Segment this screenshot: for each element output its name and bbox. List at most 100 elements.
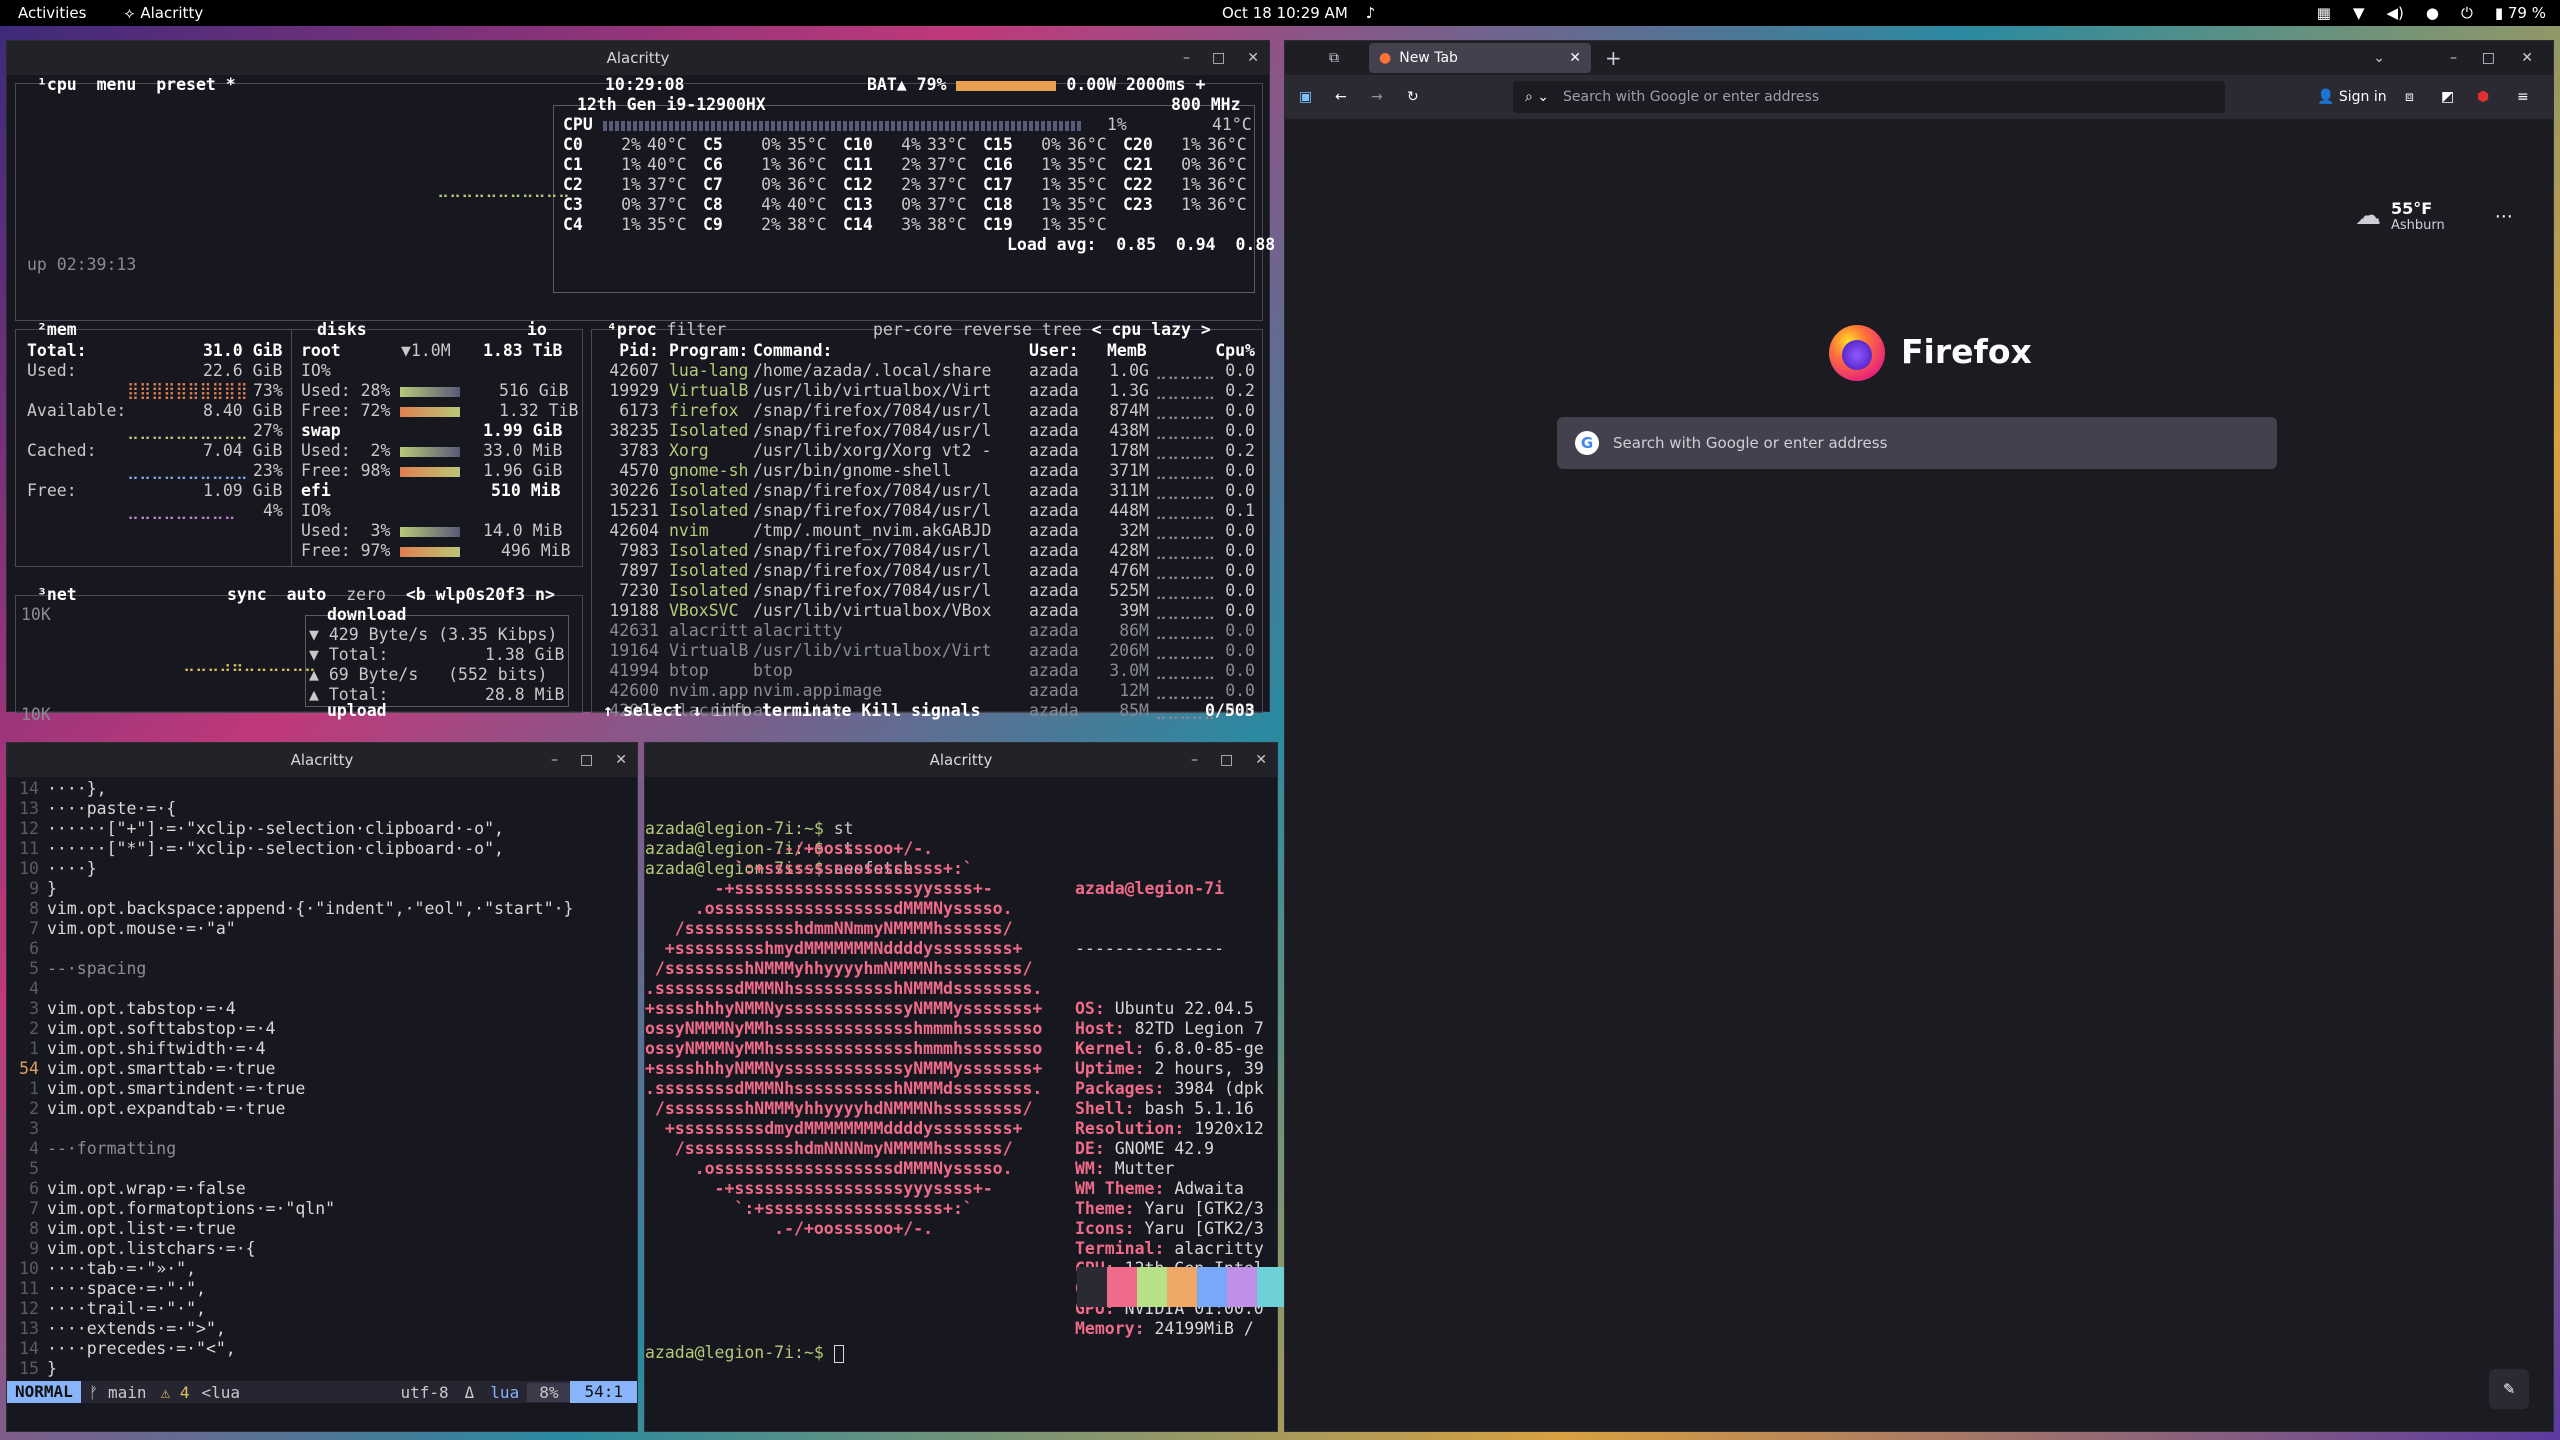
disk-swap-free-value: 1.96 GiB — [483, 461, 563, 480]
tab-new-tab[interactable]: ● New Tab ✕ — [1369, 43, 1591, 73]
core-name: C6 — [703, 155, 723, 174]
search-engine-icon[interactable]: ⌕ ⌄ — [1525, 89, 1549, 105]
neofetch-terminal[interactable]: azada@legion-7i:~$ st azada@legion-7i:~$ … — [645, 777, 1317, 1427]
proc-select[interactable]: ↑ select ↓ — [603, 701, 702, 720]
close-tab-icon[interactable]: ✕ — [1569, 50, 1581, 66]
code-text: vim.opt.softtabstop·=·4 — [47, 1019, 276, 1038]
net-zero[interactable]: zero — [346, 585, 386, 604]
weather-menu-icon[interactable]: ⋯ — [2495, 206, 2513, 227]
proc-info[interactable]: info — [712, 701, 752, 720]
code-line: 1 vim.opt.shiftwidth·=·4 — [7, 1039, 637, 1059]
info-value: 6.8.0-85-ge — [1154, 1039, 1264, 1058]
forward-icon[interactable]: → — [1371, 89, 1383, 105]
minimize-button[interactable]: – — [1183, 50, 1190, 66]
net-sync[interactable]: sync — [227, 585, 267, 604]
url-bar[interactable]: ⌕ ⌄ Search with Google or enter address — [1513, 81, 2225, 113]
net-tab[interactable]: ³net — [37, 585, 77, 605]
shell-line: azada@legion-7i:~$ st — [645, 819, 1277, 839]
sign-in-button[interactable]: 👤 Sign in — [2317, 89, 2387, 105]
keyboard-layout-icon[interactable]: ▦ — [2317, 4, 2331, 22]
new-tab-button[interactable]: + — [1605, 46, 1622, 70]
clock-area[interactable]: Oct 18 10:29 AM ♪ — [1222, 4, 1375, 22]
neofetch-window[interactable]: Alacritty – □ ✕ azada@legion-7i:~$ st aza… — [644, 742, 1317, 1432]
core-temp: 37°C — [647, 175, 687, 194]
maximize-button[interactable]: □ — [2482, 50, 2495, 66]
core-temp: 35°C — [1067, 215, 1107, 234]
minimize-button[interactable]: – — [2450, 50, 2457, 66]
close-button[interactable]: ✕ — [1247, 50, 1259, 66]
maximize-button[interactable]: □ — [1220, 752, 1233, 768]
window-titlebar[interactable]: Alacritty – □ ✕ — [645, 743, 1277, 777]
proc-kill[interactable]: Kill — [861, 701, 901, 720]
proc-filter[interactable]: filter — [667, 320, 727, 339]
menu-icon[interactable]: ≡ — [2517, 89, 2529, 105]
btop-window[interactable]: Alacritty – □ ✕ ¹cpu menu preset * 10:29… — [6, 40, 1275, 724]
info-line: Memory: 24199MiB / — [1075, 1319, 1264, 1339]
wifi-icon[interactable]: ▼ — [2353, 4, 2365, 22]
logo-line: +sssshhhyNMMNyssssssssssssyNMMMysssssss+ — [645, 1059, 1043, 1078]
reload-icon[interactable]: ↻ — [1407, 89, 1419, 105]
nvim-window[interactable]: Alacritty – □ ✕ 14 ····}, 13 ····paste·=·{1… — [6, 742, 638, 1432]
battery-indicator[interactable]: ▮ 79 % — [2495, 4, 2546, 22]
alacritty-icon: ⟡ — [124, 4, 135, 22]
close-button[interactable]: ✕ — [1255, 752, 1267, 768]
firefox-view-icon[interactable]: ⧉ — [1329, 50, 1339, 66]
code-line: 9} — [7, 879, 637, 899]
net-iface[interactable]: <b wlp0s20f3 n> — [406, 585, 555, 604]
back-icon[interactable]: ← — [1335, 89, 1347, 105]
mem-tab[interactable]: ²mem — [37, 320, 77, 340]
maximize-button[interactable]: □ — [580, 752, 593, 768]
proc-sort[interactable]: < cpu lazy > — [1092, 320, 1211, 339]
proc-tree[interactable]: tree — [1042, 320, 1082, 339]
proc-cell: azada — [1029, 601, 1079, 620]
ublock-icon[interactable]: ⬢ — [2477, 89, 2489, 105]
activities-button[interactable]: Activities — [18, 4, 86, 22]
close-button[interactable]: ✕ — [2521, 50, 2533, 66]
code-line: 5 — [7, 1159, 637, 1179]
core-temp: 35°C — [1067, 155, 1107, 174]
close-button[interactable]: ✕ — [615, 752, 627, 768]
window-titlebar[interactable]: Alacritty – □ ✕ — [7, 743, 637, 777]
maximize-button[interactable]: □ — [1212, 50, 1225, 66]
power-icon[interactable]: ⏻ — [2461, 4, 2473, 22]
proc-cell: azada — [1029, 561, 1079, 580]
weather-widget[interactable]: ☁ 55°F Ashburn ⋯ — [2355, 199, 2513, 233]
update-interval[interactable]: 2000ms — [1126, 75, 1186, 94]
minimize-button[interactable]: – — [1191, 752, 1198, 768]
proc-signals[interactable]: signals — [911, 701, 981, 720]
nvim-buffer[interactable]: 14 ····}, 13 ····paste·=·{12 ······["+"]·=·"… — [7, 777, 637, 1397]
addon-icon[interactable]: ◩ — [2441, 89, 2454, 105]
disks-tab[interactable]: disks — [317, 320, 367, 340]
cpu-freq: 800 MHz — [1171, 95, 1241, 114]
list-tabs-icon[interactable]: ⌄ — [2373, 50, 2385, 66]
app-menu[interactable]: ⟡ Alacritty — [124, 4, 203, 22]
customize-pencil-icon[interactable]: ✎ — [2489, 1369, 2529, 1409]
shell-prompt[interactable]: azada@legion-7i:~$ — [645, 1343, 844, 1363]
code-line: 11 ····space·=·"·", — [7, 1279, 637, 1299]
volume-icon[interactable]: ◀) — [2387, 4, 2404, 22]
newtab-search-box[interactable]: G Search with Google or enter address — [1557, 417, 2277, 469]
info-line: Theme: Yaru [GTK2/3 — [1075, 1199, 1264, 1219]
url-placeholder: Search with Google or enter address — [1563, 89, 1820, 105]
mic-icon[interactable]: ● — [2426, 4, 2439, 22]
proc-cell: 86M — [1119, 621, 1149, 640]
io-toggle[interactable]: io — [527, 320, 547, 340]
line-number: 11 — [19, 1279, 39, 1298]
menu-tab[interactable]: menu — [97, 75, 137, 94]
extensions-icon[interactable]: ⧈ — [2405, 89, 2414, 105]
proc-percore[interactable]: per-core — [873, 320, 952, 339]
btop-terminal[interactable]: ¹cpu menu preset * 10:29:08 BAT▲ 79% 0.0… — [7, 75, 1275, 724]
proc-terminate[interactable]: terminate — [762, 701, 851, 720]
proc-tab[interactable]: ⁴proc — [607, 320, 657, 339]
sidebar-icon[interactable]: ▣ — [1299, 89, 1312, 105]
proc-cell: Isolated — [669, 421, 749, 440]
code-text: } — [47, 1359, 57, 1378]
window-titlebar[interactable]: Alacritty – □ ✕ — [7, 41, 1269, 75]
net-auto[interactable]: auto — [287, 585, 327, 604]
cpu-tab[interactable]: ¹cpu — [37, 75, 77, 94]
proc-reverse[interactable]: reverse — [962, 320, 1032, 339]
firefox-window[interactable]: ⧉ ● New Tab ✕ + ⌄ – □ ✕ ▣ ← → ↻ ⌕ ⌄ Sear… — [1284, 40, 2554, 1432]
minimize-button[interactable]: – — [551, 752, 558, 768]
preset-tab[interactable]: preset * — [156, 75, 235, 94]
core-temp: 36°C — [1207, 175, 1247, 194]
